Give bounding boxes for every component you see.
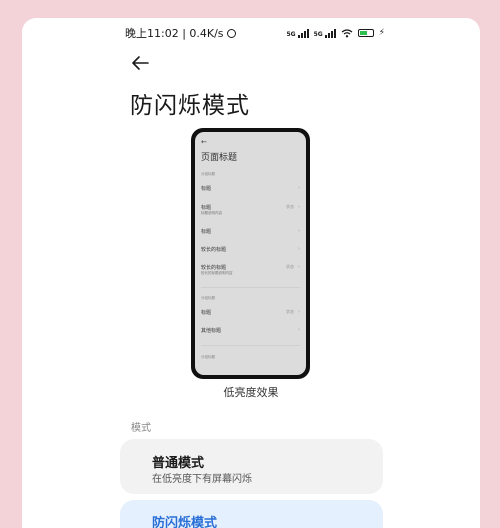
preview-row: 标题 标题说明内容 状态 › bbox=[201, 204, 300, 216]
anti-flicker-mode-option[interactable]: 防闪烁模式 bbox=[120, 500, 383, 528]
charging-icon: ⚡ bbox=[378, 28, 385, 38]
preview-caption: 低亮度效果 bbox=[223, 386, 279, 399]
signal-label: 5G bbox=[286, 30, 296, 38]
chevron-right-icon: › bbox=[298, 246, 300, 252]
option-title: 防闪烁模式 bbox=[152, 516, 218, 528]
preview-row: 标题 › bbox=[201, 228, 300, 235]
preview-row-value: 状态 bbox=[286, 204, 294, 209]
preview-row: 标题 › bbox=[201, 185, 300, 192]
preview-row-sub: 标题说明内容 bbox=[201, 211, 222, 215]
preview-row-label: 较长的标题 bbox=[201, 247, 227, 253]
chevron-right-icon: › bbox=[298, 264, 300, 270]
chevron-right-icon: › bbox=[298, 228, 300, 234]
preview-section-label: 分组标题 bbox=[201, 355, 215, 359]
arrow-left-icon[interactable] bbox=[130, 54, 152, 72]
preview-section-label: 分组标题 bbox=[201, 296, 215, 300]
preview-back-icon: ← bbox=[201, 138, 207, 146]
preview-row-label: 标题 bbox=[201, 310, 212, 316]
chevron-right-icon: › bbox=[298, 309, 300, 315]
signal-label-2: 5G bbox=[313, 30, 323, 38]
preview-row-label: 其他标题 bbox=[201, 328, 222, 334]
wifi-icon bbox=[341, 28, 353, 37]
status-bar: 晚上11:02 | 0.4K/s 5G 5G ⚡ bbox=[125, 24, 385, 42]
preview-row-value: 状态 bbox=[286, 264, 294, 269]
preview-divider bbox=[201, 345, 300, 346]
settings-screen: 晚上11:02 | 0.4K/s 5G 5G ⚡ 防闪烁模式 ← 页面标题 分组… bbox=[22, 18, 480, 528]
preview-row-label: 标题 bbox=[201, 229, 212, 235]
preview-row: 其他标题 › bbox=[201, 327, 300, 334]
chevron-right-icon: › bbox=[298, 185, 300, 191]
chevron-right-icon: › bbox=[298, 327, 300, 333]
signal-icon-2: 5G bbox=[313, 28, 336, 38]
preview-row: 标题 状态 › bbox=[201, 309, 300, 316]
chevron-right-icon: › bbox=[298, 204, 300, 210]
alarm-icon bbox=[226, 28, 236, 38]
normal-mode-option[interactable]: 普通模式 在低亮度下有屏幕闪烁 bbox=[120, 439, 383, 494]
option-title: 普通模式 bbox=[152, 456, 205, 471]
page-title: 防闪烁模式 bbox=[130, 93, 250, 119]
battery-icon bbox=[357, 29, 374, 37]
preview-screen: ← 页面标题 分组标题 标题 › 标题 标题说明内容 状态 › 标题 › 较长的… bbox=[195, 132, 306, 375]
preview-divider bbox=[201, 287, 300, 288]
preview-phone: ← 页面标题 分组标题 标题 › 标题 标题说明内容 状态 › 标题 › 较长的… bbox=[191, 128, 310, 379]
preview-row-sub: 较长的标题说明内容 bbox=[201, 271, 233, 275]
option-subtitle: 在低亮度下有屏幕闪烁 bbox=[152, 474, 252, 485]
preview-row-label: 标题 bbox=[201, 186, 212, 192]
signal-icon: 5G bbox=[286, 28, 309, 38]
status-time: 晚上11:02 | 0.4K/s bbox=[125, 27, 224, 40]
preview-row-value: 状态 bbox=[286, 309, 294, 314]
preview-section-label: 分组标题 bbox=[201, 172, 215, 176]
preview-row: 较长的标题 较长的标题说明内容 状态 › bbox=[201, 264, 300, 276]
preview-title: 页面标题 bbox=[201, 153, 238, 163]
mode-section-label: 模式 bbox=[131, 423, 151, 434]
preview-row: 较长的标题 › bbox=[201, 246, 300, 253]
